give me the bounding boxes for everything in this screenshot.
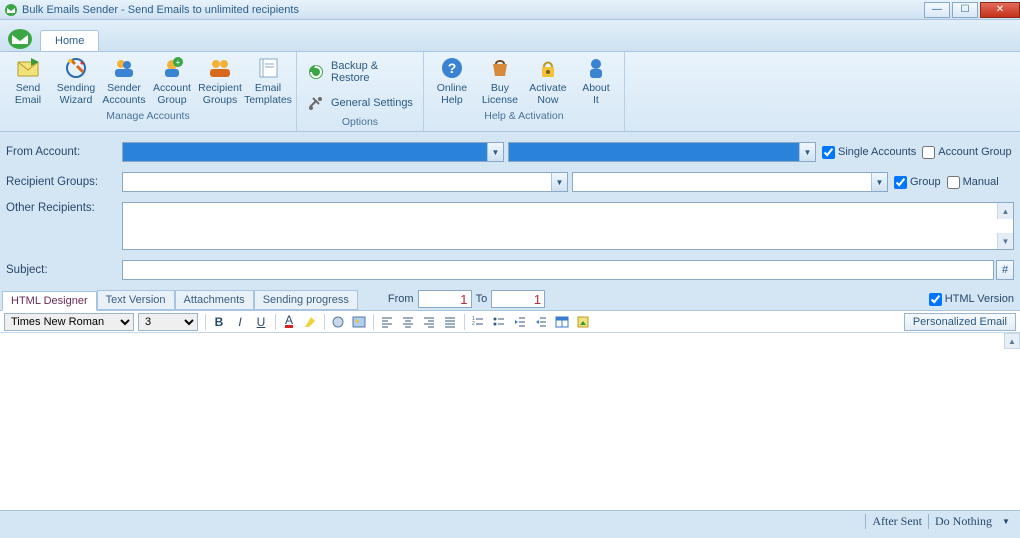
scroll-up-icon[interactable]: ▲	[997, 203, 1013, 219]
minimize-button[interactable]: —	[924, 2, 950, 18]
editor-body[interactable]: ▲	[0, 333, 1020, 511]
font-size-select[interactable]: 3	[138, 313, 198, 331]
subject-tag-button[interactable]: #	[996, 260, 1014, 280]
backup-restore-button[interactable]: Backup & Restore	[301, 58, 419, 86]
italic-button[interactable]: I	[230, 313, 250, 331]
status-bar: After Sent Do Nothing ▼	[0, 511, 1020, 531]
tab-html-designer[interactable]: HTML Designer	[2, 291, 97, 311]
bullet-list-button[interactable]	[489, 313, 509, 331]
outdent-button[interactable]	[510, 313, 530, 331]
chevron-down-icon[interactable]: ▼	[799, 143, 815, 161]
ribbon-group-options: Backup & Restore General Settings Option…	[297, 52, 424, 131]
recipient-group-combo-2[interactable]: ▼	[572, 172, 888, 192]
svg-text:+: +	[176, 58, 181, 67]
after-sent-label: After Sent	[865, 514, 928, 529]
html-version-checkbox[interactable]: HTML Version	[929, 293, 1014, 306]
from-input[interactable]	[418, 290, 472, 308]
editor-tabs-row: HTML Designer Text Version Attachments S…	[0, 288, 1020, 311]
scroll-up-icon[interactable]: ▲	[1004, 333, 1020, 349]
sending-wizard-button[interactable]: Sending Wizard	[52, 54, 100, 108]
from-account-combo-1[interactable]: ▼	[122, 142, 504, 162]
ribbon: Send Email Sending Wizard Sender Account…	[0, 52, 1020, 132]
window-title: Bulk Emails Sender - Send Emails to unli…	[22, 4, 922, 16]
recipient-groups-label: Recipient Groups:	[6, 176, 122, 188]
after-sent-select[interactable]: Do Nothing	[928, 514, 998, 529]
ribbon-group-help-activation: ?Online Help Buy License Activate Now Ab…	[424, 52, 625, 131]
account-group-button[interactable]: +Account Group	[148, 54, 196, 108]
link-button[interactable]	[328, 313, 348, 331]
title-bar: Bulk Emails Sender - Send Emails to unli…	[0, 0, 1020, 20]
svg-text:?: ?	[448, 60, 457, 76]
from-label: From	[388, 293, 414, 305]
send-email-button[interactable]: Send Email	[4, 54, 52, 108]
close-button[interactable]: ✕	[980, 2, 1020, 18]
highlight-button[interactable]	[300, 313, 320, 331]
align-justify-button[interactable]	[440, 313, 460, 331]
indent-button[interactable]	[531, 313, 551, 331]
chevron-down-icon[interactable]: ▼	[551, 173, 567, 191]
quick-access-strip: Home	[0, 20, 1020, 52]
online-help-button[interactable]: ?Online Help	[428, 54, 476, 108]
account-group-checkbox[interactable]: Account Group	[922, 146, 1011, 159]
editor-toolbar: Times New Roman 3 B I U A 12 Personalize…	[0, 311, 1020, 333]
from-account-combo-2[interactable]: ▼	[508, 142, 816, 162]
tab-text-version[interactable]: Text Version	[97, 290, 175, 310]
scroll-down-icon[interactable]: ▼	[997, 233, 1013, 249]
from-account-label: From Account:	[6, 146, 122, 158]
align-center-button[interactable]	[398, 313, 418, 331]
group-checkbox[interactable]: Group	[894, 176, 941, 189]
chevron-down-icon[interactable]: ▼	[998, 517, 1014, 526]
subject-label: Subject:	[6, 264, 122, 276]
image-button[interactable]	[349, 313, 369, 331]
compose-form: From Account: ▼ ▼ Single Accounts Accoun…	[0, 132, 1020, 288]
chevron-down-icon[interactable]: ▼	[487, 143, 503, 161]
recipient-group-combo-1[interactable]: ▼	[122, 172, 568, 192]
personalized-email-button[interactable]: Personalized Email	[904, 313, 1016, 331]
group-label: Options	[301, 114, 419, 131]
single-accounts-checkbox[interactable]: Single Accounts	[822, 146, 916, 159]
email-templates-button[interactable]: Email Templates	[244, 54, 292, 108]
to-input[interactable]	[491, 290, 545, 308]
svg-text:2: 2	[472, 321, 475, 327]
manual-checkbox[interactable]: Manual	[947, 176, 999, 189]
tab-home[interactable]: Home	[40, 30, 99, 51]
tab-attachments[interactable]: Attachments	[175, 290, 254, 310]
other-recipients-label: Other Recipients:	[6, 202, 122, 214]
ribbon-group-manage-accounts: Send Email Sending Wizard Sender Account…	[0, 52, 297, 131]
chevron-down-icon[interactable]: ▼	[871, 173, 887, 191]
align-right-button[interactable]	[419, 313, 439, 331]
maximize-button[interactable]: ☐	[952, 2, 978, 18]
numbered-list-button[interactable]: 12	[468, 313, 488, 331]
group-label: Manage Accounts	[4, 108, 292, 125]
table-button[interactable]	[552, 313, 572, 331]
align-left-button[interactable]	[377, 313, 397, 331]
app-icon	[4, 3, 18, 17]
tab-sending-progress[interactable]: Sending progress	[254, 290, 358, 310]
font-color-button[interactable]: A	[279, 313, 299, 331]
app-logo-icon	[6, 27, 34, 51]
sender-accounts-button[interactable]: Sender Accounts	[100, 54, 148, 108]
buy-license-button[interactable]: Buy License	[476, 54, 524, 108]
underline-button[interactable]: U	[251, 313, 271, 331]
about-it-button[interactable]: About It	[572, 54, 620, 108]
other-recipients-textarea[interactable]: ▲ ▼	[122, 202, 1014, 250]
group-label: Help & Activation	[428, 108, 620, 125]
to-label: To	[476, 293, 488, 305]
activate-now-button[interactable]: Activate Now	[524, 54, 572, 108]
general-settings-button[interactable]: General Settings	[301, 92, 419, 114]
subject-input[interactable]	[122, 260, 994, 280]
insert-button[interactable]	[573, 313, 593, 331]
bold-button[interactable]: B	[209, 313, 229, 331]
recipient-groups-button[interactable]: Recipient Groups	[196, 54, 244, 108]
font-family-select[interactable]: Times New Roman	[4, 313, 134, 331]
